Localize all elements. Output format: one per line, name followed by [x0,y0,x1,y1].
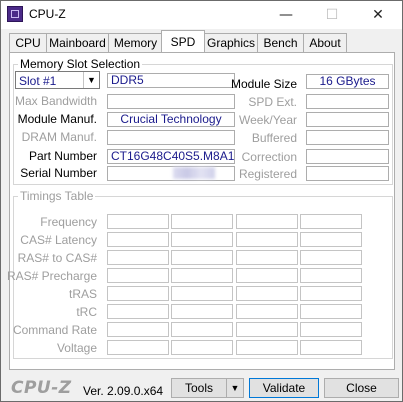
memory-slot-selection-legend: Memory Slot Selection [20,57,141,71]
tab-about[interactable]: About [303,33,347,52]
part-number-field: CT16G48C40S5.M8A1 [107,149,235,164]
timing-row-label: RAS# to CAS# [17,251,97,265]
ddr-type-field: DDR5 [107,73,235,88]
spd-ext-field [306,94,389,109]
timing-row-label: Command Rate [12,323,97,337]
module-manuf-label: Module Manuf. [17,112,97,126]
timing-row-label: Frequency [40,215,97,229]
module-manuf-field: Crucial Technology [107,112,235,127]
close-button[interactable]: Close [324,378,399,398]
version-label: Ver. 2.09.0.x64 [83,384,164,398]
tab-cpu[interactable]: CPU [9,33,47,52]
timing-row-label: RAS# Precharge [6,269,97,283]
timing-row-label: tRAS [68,287,97,301]
registered-field [306,166,389,181]
timing-cell [300,232,362,247]
timing-row-label: Voltage [56,341,97,355]
timing-cell [107,340,169,355]
tools-dropdown-button[interactable]: ▼ [226,378,244,398]
tab-mainboard[interactable]: Mainboard [46,33,109,52]
timing-cell [171,286,233,301]
timing-cell [236,322,298,337]
timing-cell [107,286,169,301]
timing-row-label: tRC [76,305,97,319]
timing-cell [171,340,233,355]
timing-cell [171,268,233,283]
tab-graphics[interactable]: Graphics [204,33,258,52]
redacted-serial-blur [173,167,215,179]
timing-cell [107,214,169,229]
timing-cell [171,250,233,265]
registered-label: Registered [238,167,297,181]
timing-cell [236,250,298,265]
serial-number-label: Serial Number [20,166,97,180]
max-bandwidth-label: Max Bandwidth [14,94,97,108]
week-year-field [306,112,389,127]
spd-ext-label: SPD Ext. [248,95,297,109]
correction-label: Correction [241,150,297,164]
tab-spd[interactable]: SPD [161,30,205,52]
correction-field [306,149,389,164]
timing-cell [300,250,362,265]
timings-table-legend: Timings Table [20,189,94,203]
chevron-down-icon: ▼ [83,72,99,88]
timing-cell [236,268,298,283]
buffered-field [306,130,389,145]
part-number-label: Part Number [28,149,97,163]
timing-cell [171,304,233,319]
timing-cell [300,286,362,301]
timing-cell [300,304,362,319]
window-title: CPU-Z [29,7,66,21]
timing-cell [107,232,169,247]
cpuz-app-icon [7,6,23,22]
timing-cell [236,304,298,319]
module-size-field: 16 GBytes [306,74,389,89]
timing-cell [300,322,362,337]
minimize-button[interactable]: — [263,1,309,29]
cpuz-logo: CPU-Z [11,378,72,398]
tools-button[interactable]: Tools [171,378,227,398]
timing-cell [300,214,362,229]
dram-manuf-label: DRAM Manuf. [21,130,97,144]
timing-cell [107,322,169,337]
tab-bench[interactable]: Bench [257,33,304,52]
timing-cell [300,340,362,355]
max-bandwidth-field [107,94,235,109]
timing-cell [236,340,298,355]
slot-select-value: Slot #1 [19,74,57,88]
maximize-button[interactable]: ☐ [309,1,355,29]
title-bar: CPU-Z — ☐ ✕ [1,1,402,29]
slot-select[interactable]: Slot #1 ▼ [15,71,100,89]
timing-cell [171,322,233,337]
cpuz-window: CPU-Z — ☐ ✕ CPU Mainboard Memory SPD Gra… [0,0,403,402]
timing-cell [236,232,298,247]
timing-cell [236,286,298,301]
timing-row-label: CAS# Latency [20,233,97,247]
week-year-label: Week/Year [238,113,297,127]
close-window-button[interactable]: ✕ [355,1,401,29]
tab-memory[interactable]: Memory [108,33,163,52]
validate-button[interactable]: Validate [249,378,319,398]
timing-cell [300,268,362,283]
timing-cell [107,304,169,319]
chevron-down-icon: ▼ [230,383,240,393]
timing-cell [171,214,233,229]
serial-number-field [107,166,235,181]
dram-manuf-field [107,130,235,145]
timing-cell [171,232,233,247]
timing-cell [107,268,169,283]
timing-cell [107,250,169,265]
module-size-label: Module Size [230,77,297,91]
buffered-label: Buffered [251,131,297,145]
timing-cell [236,214,298,229]
